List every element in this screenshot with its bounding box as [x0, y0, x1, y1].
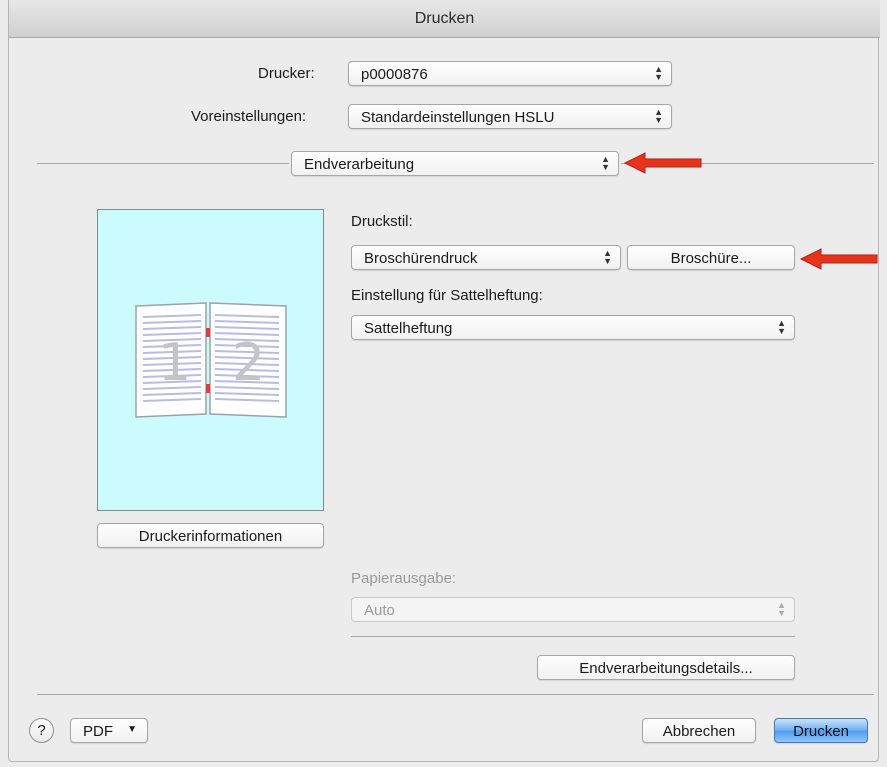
updown-arrows-icon: ▲ ▼: [777, 600, 786, 618]
cancel-button[interactable]: Abbrechen: [642, 718, 756, 743]
presets-value: Standardeinstellungen HSLU: [361, 109, 555, 126]
output-popup: Auto ▲ ▼: [351, 597, 795, 622]
help-button[interactable]: ?: [29, 718, 54, 743]
print-dialog: Drucken Drucker: p0000876 ▲ ▼ Voreinstell…: [8, 0, 880, 762]
updown-arrows-icon: ▲ ▼: [654, 107, 663, 125]
druckstil-label: Druckstil:: [351, 213, 413, 230]
printer-value: p0000876: [361, 66, 428, 83]
title-bar[interactable]: Drucken: [9, 0, 880, 38]
output-value: Auto: [364, 602, 395, 619]
printer-info-button[interactable]: Druckerinformationen: [97, 523, 324, 548]
saddle-value: Sattelheftung: [364, 320, 453, 337]
section-divider-left: [37, 163, 289, 164]
output-label: Papierausgabe:: [351, 570, 457, 587]
open-booklet-icon: 1 2: [135, 302, 287, 418]
annotation-arrow-icon: [623, 152, 702, 174]
chevron-down-icon: ▼: [127, 724, 137, 735]
staple-bottom-icon: [206, 384, 210, 393]
section-popup[interactable]: Endverarbeitung ▲ ▼: [291, 151, 619, 176]
printer-label: Drucker:: [258, 65, 315, 82]
print-button[interactable]: Drucken: [774, 718, 868, 743]
presets-label: Voreinstellungen:: [191, 108, 307, 125]
pdf-label: PDF: [83, 723, 113, 740]
updown-arrows-icon: ▲ ▼: [601, 154, 610, 172]
updown-arrows-icon: ▲ ▼: [777, 318, 786, 336]
window-title: Drucken: [414, 10, 475, 27]
annotation-arrow-icon: [799, 248, 878, 270]
booklet-button[interactable]: Broschüre...: [627, 245, 795, 270]
staple-top-icon: [206, 328, 210, 337]
preview-page-right: 2: [232, 333, 265, 393]
printer-popup[interactable]: p0000876 ▲ ▼: [348, 61, 672, 86]
section-value: Endverarbeitung: [304, 156, 415, 173]
saddle-label: Einstellung für Sattelheftung:: [351, 287, 543, 304]
preview-page-left: 1: [158, 333, 191, 393]
booklet-preview: 1 2: [97, 209, 324, 511]
footer-divider: [37, 694, 874, 695]
updown-arrows-icon: ▲ ▼: [654, 64, 663, 82]
druckstil-popup[interactable]: Broschürendruck ▲ ▼: [351, 245, 621, 270]
updown-arrows-icon: ▲ ▼: [603, 248, 612, 266]
output-divider: [351, 636, 795, 637]
finishing-details-button[interactable]: Endverarbeitungsdetails...: [537, 655, 795, 680]
druckstil-value: Broschürendruck: [364, 250, 478, 267]
saddle-popup[interactable]: Sattelheftung ▲ ▼: [351, 315, 795, 340]
pdf-menu-button[interactable]: PDF ▼: [70, 718, 148, 743]
presets-popup[interactable]: Standardeinstellungen HSLU ▲ ▼: [348, 104, 672, 129]
